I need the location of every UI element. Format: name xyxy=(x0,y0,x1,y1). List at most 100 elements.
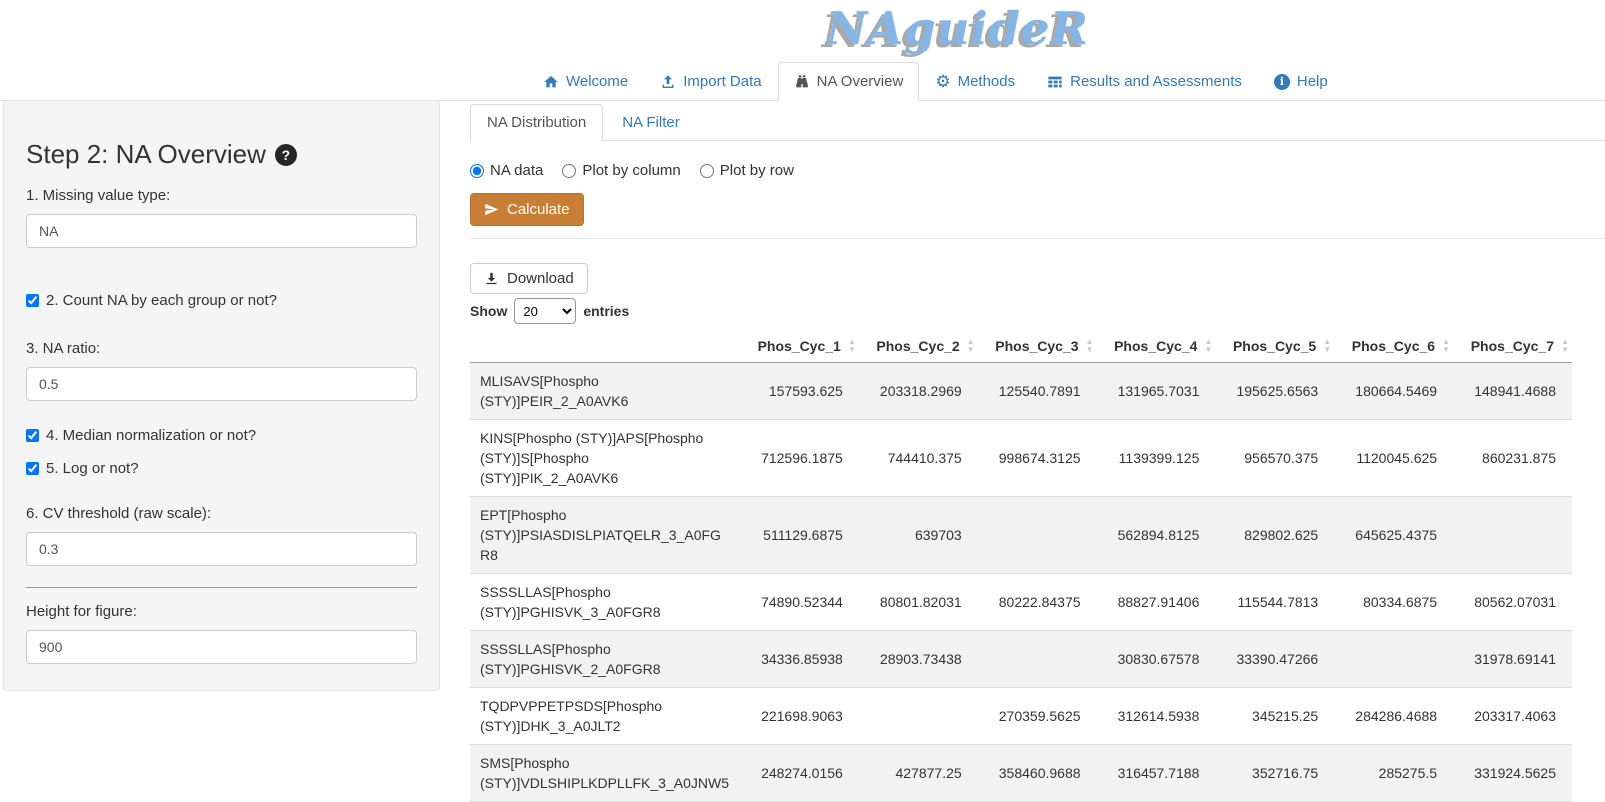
value-cell: 28903.73438 xyxy=(859,631,978,688)
count-na-checkbox[interactable] xyxy=(26,294,39,307)
tab-na-distribution[interactable]: NA Distribution xyxy=(470,104,603,141)
value-cell xyxy=(978,631,1097,688)
info-icon: i xyxy=(1274,74,1290,90)
column-header-label: Phos_Cyc_1 xyxy=(758,338,841,354)
value-cell: 148941.4688 xyxy=(1453,363,1572,420)
question-circle-icon[interactable]: ? xyxy=(275,144,297,166)
missing-value-type-input[interactable] xyxy=(26,214,417,248)
figure-height-label: Height for figure: xyxy=(26,603,417,620)
value-cell: 34336.85938 xyxy=(740,631,859,688)
value-cell xyxy=(1334,631,1453,688)
nav-label: Help xyxy=(1297,73,1328,90)
value-cell: 31978.69141 xyxy=(1453,631,1572,688)
tab-na-filter[interactable]: NA Filter xyxy=(605,104,697,141)
sort-icon: ▲▼ xyxy=(1561,338,1569,354)
value-cell xyxy=(1453,497,1572,574)
app-logo: NAguideR xyxy=(826,2,1089,55)
value-cell: 80222.84375 xyxy=(978,574,1097,631)
sort-icon: ▲▼ xyxy=(1204,338,1212,354)
table-icon xyxy=(1047,74,1063,90)
radio-na-data-label[interactable]: NA data xyxy=(490,162,543,179)
log-label: 5. Log or not? xyxy=(46,460,139,477)
nav-tab-help[interactable]: i Help xyxy=(1258,62,1344,101)
log-checkbox-row: 5. Log or not? xyxy=(26,460,417,477)
sidebar-panel: Step 2: NA Overview ? 1. Missing value t… xyxy=(3,100,440,691)
feature-name-cell: KINS[Phospho (STY)]APS[Phospho (STY)]S[P… xyxy=(470,420,740,497)
column-header-phos-cyc-2[interactable]: Phos_Cyc_2▲▼ xyxy=(859,330,978,363)
value-cell: 562894.8125 xyxy=(1097,497,1216,574)
value-cell: 203318.2969 xyxy=(859,363,978,420)
sidebar-divider xyxy=(26,587,417,588)
na-ratio-input[interactable] xyxy=(26,367,417,401)
value-cell: 80334.6875 xyxy=(1334,574,1453,631)
value-cell: 221698.9063 xyxy=(740,688,859,745)
feature-name-cell: EPT[Phospho (STY)]PSIASDISLPIATQELR_3_A0… xyxy=(470,497,740,574)
value-cell: 712596.1875 xyxy=(740,420,859,497)
column-header-phos-cyc-3[interactable]: Phos_Cyc_3▲▼ xyxy=(978,330,1097,363)
nav-tab-results-and-assessments[interactable]: Results and Assessments xyxy=(1031,62,1258,101)
plot-type-radio-group: NA data Plot by column Plot by row xyxy=(470,162,1605,179)
download-icon xyxy=(484,271,499,286)
value-cell: 125540.7891 xyxy=(978,363,1097,420)
column-header-phos-cyc-7[interactable]: Phos_Cyc_7▲▼ xyxy=(1453,330,1572,363)
column-header-phos-cyc-5[interactable]: Phos_Cyc_5▲▼ xyxy=(1215,330,1334,363)
cv-threshold-input[interactable] xyxy=(26,532,417,566)
value-cell: 285275.5 xyxy=(1334,745,1453,802)
count-na-checkbox-row: 2. Count NA by each group or not? xyxy=(26,292,417,309)
entries-label: entries xyxy=(583,303,629,319)
upload-icon xyxy=(660,74,676,90)
calculate-button[interactable]: Calculate xyxy=(470,193,584,226)
table-row: SSSSLLAS[Phospho (STY)]PGHISVK_3_A0FGR87… xyxy=(470,574,1572,631)
nav-label: Methods xyxy=(958,73,1016,90)
sidebar-title: Step 2: NA Overview ? xyxy=(26,139,417,170)
nav-label: Welcome xyxy=(566,73,628,90)
feature-column-header xyxy=(470,330,740,363)
nav-tab-methods[interactable]: ⚙ Methods xyxy=(919,62,1031,101)
home-icon xyxy=(543,74,559,90)
radio-plot-by-column-label[interactable]: Plot by column xyxy=(582,162,680,179)
cv-threshold-label: 6. CV threshold (raw scale): xyxy=(26,505,417,522)
column-header-phos-cyc-4[interactable]: Phos_Cyc_4 ▲▼ xyxy=(1097,330,1216,363)
binoculars-icon xyxy=(794,74,810,90)
median-normalization-checkbox[interactable] xyxy=(26,429,39,442)
value-cell: 74890.52344 xyxy=(740,574,859,631)
calculate-button-label: Calculate xyxy=(507,201,570,218)
main-panel: NA Distribution NA Filter NA data Plot b… xyxy=(470,102,1605,802)
value-cell: 331924.5625 xyxy=(1453,745,1572,802)
figure-height-input[interactable] xyxy=(26,630,417,664)
value-cell: 1120045.625 xyxy=(1334,420,1453,497)
sort-icon: ▲▼ xyxy=(1442,338,1450,354)
value-cell: 80562.07031 xyxy=(1453,574,1572,631)
value-cell: 115544.7813 xyxy=(1215,574,1334,631)
median-normalization-label: 4. Median normalization or not? xyxy=(46,427,256,444)
nav-tab-import-data[interactable]: Import Data xyxy=(644,62,777,101)
value-cell: 284286.4688 xyxy=(1334,688,1453,745)
radio-plot-by-row[interactable] xyxy=(700,164,714,178)
download-button[interactable]: Download xyxy=(470,263,588,294)
na-data-table: Phos_Cyc_1▲▼ Phos_Cyc_2▲▼ Phos_Cyc_3▲▼ P… xyxy=(470,330,1572,802)
feature-name-cell: SMS[Phospho (STY)]VDLSHIPLKDPLLFK_3_A0JN… xyxy=(470,745,740,802)
column-header-phos-cyc-1[interactable]: Phos_Cyc_1▲▼ xyxy=(740,330,859,363)
column-header-label: Phos_Cyc_4 xyxy=(1114,338,1197,354)
feature-name-cell: SSSSLLAS[Phospho (STY)]PGHISVK_2_A0FGR8 xyxy=(470,631,740,688)
value-cell: 829802.625 xyxy=(1215,497,1334,574)
nav-tab-na-overview[interactable]: NA Overview xyxy=(778,62,920,101)
entries-select[interactable]: 20 xyxy=(514,298,576,324)
value-cell: 30830.67578 xyxy=(1097,631,1216,688)
nav-tab-welcome[interactable]: Welcome xyxy=(527,62,644,101)
nav-label: NA Overview xyxy=(817,73,904,90)
gears-icon: ⚙ xyxy=(935,74,950,90)
value-cell: 131965.7031 xyxy=(1097,363,1216,420)
value-cell: 157593.625 xyxy=(740,363,859,420)
value-cell: 312614.5938 xyxy=(1097,688,1216,745)
value-cell: 358460.9688 xyxy=(978,745,1097,802)
column-header-phos-cyc-6[interactable]: Phos_Cyc_6▲▼ xyxy=(1334,330,1453,363)
radio-plot-by-column[interactable] xyxy=(562,164,576,178)
column-header-label: Phos_Cyc_2 xyxy=(876,338,959,354)
table-row: SSSSLLAS[Phospho (STY)]PGHISVK_2_A0FGR83… xyxy=(470,631,1572,688)
radio-plot-by-row-label[interactable]: Plot by row xyxy=(720,162,794,179)
value-cell: 427877.25 xyxy=(859,745,978,802)
radio-na-data[interactable] xyxy=(470,164,484,178)
log-checkbox[interactable] xyxy=(26,462,39,475)
value-cell: 639703 xyxy=(859,497,978,574)
